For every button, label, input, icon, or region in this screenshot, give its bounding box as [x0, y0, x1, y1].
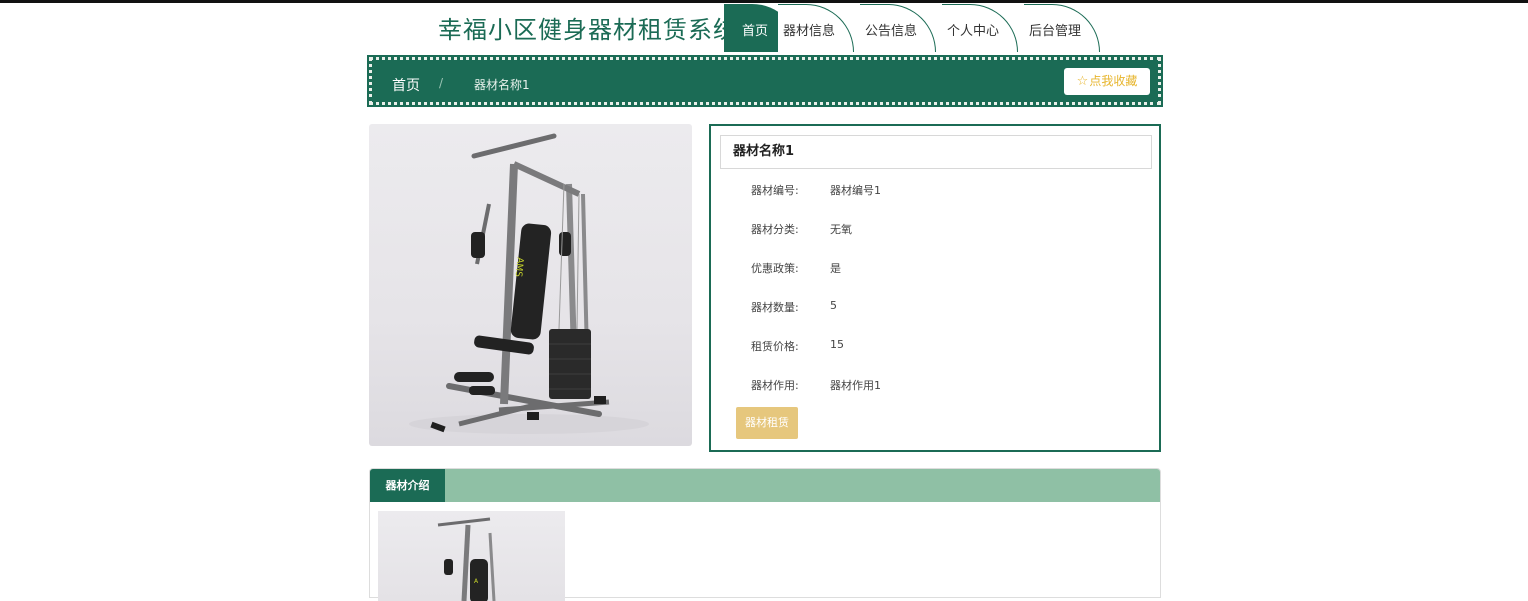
- detail-value: 15: [830, 338, 844, 351]
- detail-row-function: 器材作用: 器材作用1: [711, 377, 1151, 397]
- svg-text:AMS: AMS: [513, 257, 525, 278]
- breadcrumb: 首页 / 器材名称1 ☆点我收藏: [367, 55, 1163, 107]
- intro-tab-bar: 器材介绍: [370, 469, 1160, 502]
- detail-label: 租赁价格:: [751, 340, 799, 353]
- detail-label: 优惠政策:: [751, 262, 799, 275]
- tab-equipment-intro[interactable]: 器材介绍: [370, 469, 445, 502]
- detail-label: 器材作用:: [751, 379, 799, 392]
- nav-user-center-label: 个人中心: [946, 24, 999, 39]
- nav-admin[interactable]: 后台管理: [1024, 4, 1100, 52]
- nav-admin-label: 后台管理: [1028, 24, 1081, 39]
- equipment-detail-panel: 器材名称1 器材编号: 器材编号1 器材分类: 无氧 优惠政策: 是 器材数量:…: [709, 124, 1161, 452]
- detail-row-number: 器材编号: 器材编号1: [711, 182, 1151, 202]
- detail-label: 器材编号:: [751, 184, 799, 197]
- favorite-button[interactable]: ☆点我收藏: [1064, 68, 1150, 95]
- detail-value: 5: [830, 299, 837, 312]
- detail-row-price: 租赁价格: 15: [711, 338, 1151, 358]
- detail-value: 无氧: [830, 223, 852, 236]
- detail-row-discount: 优惠政策: 是: [711, 260, 1151, 280]
- detail-label: 器材数量:: [751, 301, 799, 314]
- gym-machine-thumbnail: A: [437, 517, 496, 601]
- detail-value: 是: [830, 262, 841, 275]
- nav-equipment-label: 器材信息: [782, 24, 835, 39]
- equipment-name-title: 器材名称1: [720, 135, 1152, 169]
- nav-announcements-label: 公告信息: [864, 24, 917, 39]
- breadcrumb-separator: /: [439, 76, 444, 90]
- detail-value: 器材作用1: [830, 379, 881, 392]
- equipment-intro-panel: 器材介绍 A: [369, 468, 1161, 601]
- detail-row-quantity: 器材数量: 5: [711, 299, 1151, 319]
- window-top-border: [0, 0, 1528, 3]
- nav-home-label: 首页: [741, 24, 768, 39]
- breadcrumb-home[interactable]: 首页: [392, 75, 420, 95]
- rent-button[interactable]: 器材租赁: [736, 407, 798, 439]
- detail-label: 器材分类:: [751, 223, 799, 236]
- star-icon: ☆: [1076, 74, 1089, 89]
- detail-row-category: 器材分类: 无氧: [711, 221, 1151, 241]
- nav-equipment[interactable]: 器材信息: [778, 4, 854, 52]
- site-title: 幸福小区健身器材租赁系统: [438, 16, 738, 44]
- detail-value: 器材编号1: [830, 184, 881, 197]
- intro-image: A: [378, 511, 565, 601]
- favorite-label: 点我收藏: [1089, 74, 1138, 88]
- nav-user-center[interactable]: 个人中心: [942, 4, 1018, 52]
- product-image: AMS: [369, 124, 692, 446]
- gym-machine-image: AMS: [409, 133, 649, 434]
- breadcrumb-current: 器材名称1: [474, 78, 530, 92]
- nav-announcements[interactable]: 公告信息: [860, 4, 936, 52]
